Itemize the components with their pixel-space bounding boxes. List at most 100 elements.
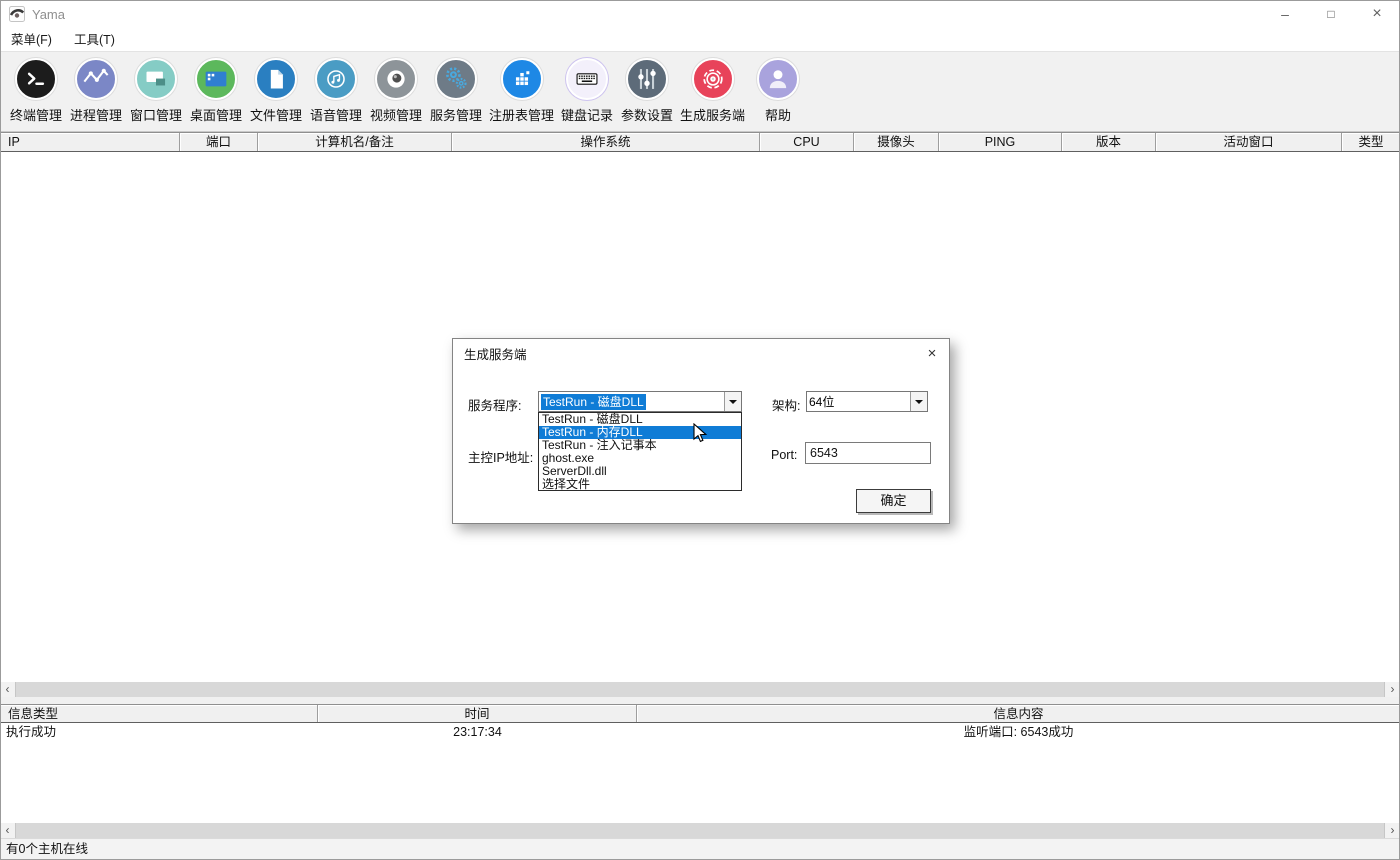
toolbar-item-label: 视频管理 [370,105,422,124]
dialog-title-bar: 生成服务端 × [453,339,949,367]
ok-button[interactable]: 确定 [856,489,931,513]
toolbar-item-label: 参数设置 [621,105,673,124]
combo-dropdown-button[interactable] [910,392,927,411]
log-row-type: 执行成功 [0,723,318,741]
log-row[interactable]: 执行成功 23:17:34 监听端口: 6543成功 [0,723,1400,741]
chevron-down-icon [729,400,737,404]
toolbar-item-label: 窗口管理 [130,105,182,124]
toolbar-item-audio[interactable]: 语音管理 [306,58,366,124]
toolbar-item-label: 帮助 [765,105,791,124]
hosts-col-version[interactable]: 版本 [1062,133,1156,151]
toolbar-item-video[interactable]: 视频管理 [366,58,426,124]
mouse-cursor [693,423,713,445]
toolbar-item-label: 键盘记录 [561,105,613,124]
log-col-content[interactable]: 信息内容 [637,705,1400,722]
combo-dropdown-button[interactable] [724,392,741,411]
audio-icon [315,58,357,100]
port-label: Port: [771,448,797,462]
target-icon [692,58,734,100]
arch-label: 架构: [772,395,800,414]
hosts-table-header: IP 端口 计算机名/备注 操作系统 CPU 摄像头 PING 版本 活动窗口 … [0,132,1400,152]
hosts-col-active-window[interactable]: 活动窗口 [1156,133,1342,151]
hosts-col-port[interactable]: 端口 [180,133,258,151]
service-program-label: 服务程序: [468,395,521,414]
toolbar-item-registry[interactable]: 注册表管理 [486,58,557,124]
dropdown-item[interactable]: ghost.exe [539,452,741,465]
hosts-col-camera[interactable]: 摄像头 [854,133,939,151]
registry-grid-icon [501,58,543,100]
toolbar-item-settings[interactable]: 参数设置 [617,58,677,124]
log-row-content: 监听端口: 6543成功 [637,723,1400,741]
toolbar-item-label: 注册表管理 [489,105,554,124]
toolbar-item-label: 进程管理 [70,105,122,124]
toolbar-item-windows[interactable]: 窗口管理 [126,58,186,124]
toolbar-item-label: 服务管理 [430,105,482,124]
toolbar-item-label: 桌面管理 [190,105,242,124]
hosts-col-os[interactable]: 操作系统 [452,133,760,151]
toolbar-item-label: 文件管理 [250,105,302,124]
window-icon [135,58,177,100]
log-horizontal-scrollbar[interactable]: ‹ › [0,822,1400,838]
hosts-col-cpu[interactable]: CPU [760,133,854,151]
log-list: 执行成功 23:17:34 监听端口: 6543成功 [0,723,1400,822]
scroll-right-arrow-icon[interactable]: › [1384,682,1400,697]
online-hosts-status: 有0个主机在线 [6,842,88,856]
window-title: Yama [32,7,65,22]
toolbar: 终端管理 进程管理 窗口管理 桌面管理 文件管理 [0,52,1400,132]
app-icon [9,6,25,22]
desktop-icon [195,58,237,100]
service-program-value: TestRun - 磁盘DLL [539,393,724,410]
master-ip-label: 主控IP地址: [468,447,533,466]
arch-value: 64位 [807,393,910,410]
port-input[interactable] [805,442,931,464]
log-col-type[interactable]: 信息类型 [0,705,318,722]
toolbar-item-desktop[interactable]: 桌面管理 [186,58,246,124]
service-program-combobox[interactable]: TestRun - 磁盘DLL [538,391,742,412]
arch-combobox[interactable]: 64位 [806,391,928,412]
menu-bar: 菜单(F) 工具(T) [0,28,1400,52]
file-icon [255,58,297,100]
close-button[interactable]: × [1354,0,1400,28]
toolbar-item-generate-server[interactable]: 生成服务端 [677,58,748,124]
status-bar: 有0个主机在线 [0,838,1400,860]
hosts-horizontal-scrollbar[interactable]: ‹ › [0,681,1400,697]
terminal-icon [15,58,57,100]
dropdown-item[interactable]: 选择文件 [539,478,741,491]
scroll-right-arrow-icon[interactable]: › [1384,823,1400,838]
toolbar-item-files[interactable]: 文件管理 [246,58,306,124]
hosts-col-ip[interactable]: IP [0,133,180,151]
sliders-icon [626,58,668,100]
dropdown-item[interactable]: ServerDll.dll [539,465,741,478]
chevron-down-icon [915,400,923,404]
menu-item-tools[interactable]: 工具(T) [63,28,126,52]
activity-icon [75,58,117,100]
toolbar-item-keylogger[interactable]: 键盘记录 [557,58,617,124]
dialog-title: 生成服务端 [464,344,527,363]
log-row-time: 23:17:34 [318,723,637,741]
hosts-col-type[interactable]: 类型 [1342,133,1400,151]
maximize-button[interactable]: □ [1308,0,1354,28]
dialog-close-icon[interactable]: × [915,345,949,362]
keyboard-icon [566,58,608,100]
gears-icon [435,58,477,100]
log-col-time[interactable]: 时间 [318,705,637,722]
toolbar-item-label: 终端管理 [10,105,62,124]
camera-eye-icon [375,58,417,100]
person-icon [757,58,799,100]
pane-splitter[interactable] [0,697,1400,704]
toolbar-item-services[interactable]: 服务管理 [426,58,486,124]
toolbar-item-process[interactable]: 进程管理 [66,58,126,124]
toolbar-item-help[interactable]: 帮助 [748,58,808,124]
scroll-left-arrow-icon[interactable]: ‹ [0,682,16,697]
hosts-col-ping[interactable]: PING [939,133,1062,151]
toolbar-item-label: 生成服务端 [680,105,745,124]
scroll-left-arrow-icon[interactable]: ‹ [0,823,16,838]
title-bar: Yama – □ × [0,0,1400,28]
minimize-button[interactable]: – [1262,0,1308,28]
toolbar-item-label: 语音管理 [310,105,362,124]
menu-item-menu[interactable]: 菜单(F) [0,28,63,52]
log-table-header: 信息类型 时间 信息内容 [0,704,1400,723]
hosts-col-computer-name[interactable]: 计算机名/备注 [258,133,452,151]
toolbar-item-terminal[interactable]: 终端管理 [6,58,66,124]
app-window: Yama – □ × 菜单(F) 工具(T) 终端管理 进程管理 [0,0,1400,860]
